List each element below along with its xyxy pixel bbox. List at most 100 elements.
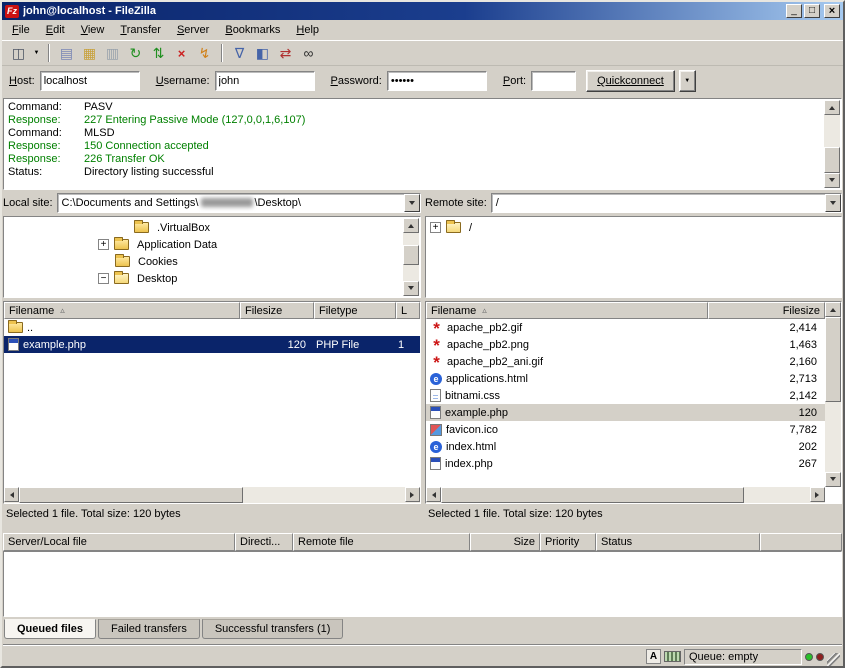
transfer-queue-list[interactable] (3, 551, 842, 617)
local-site-combo[interactable]: C:\Documents and Settings\\Desktop\ (57, 193, 421, 213)
port-input[interactable] (531, 71, 576, 91)
scroll-up-button[interactable] (825, 302, 841, 317)
horizontal-scrollbar[interactable] (426, 487, 825, 503)
tree-item[interactable]: +Application Data (4, 236, 420, 253)
combo-dropdown-button[interactable] (404, 194, 420, 212)
tree-scrollbar[interactable] (403, 218, 419, 296)
collapse-icon[interactable]: − (98, 273, 109, 284)
tab-queued-files[interactable]: Queued files (4, 619, 96, 639)
column-header-filename[interactable]: Filename▵ (4, 302, 240, 319)
toolbar-separator (221, 44, 223, 62)
refresh-button[interactable]: ↻ (124, 42, 147, 64)
compare-button[interactable]: ◧ (251, 42, 274, 64)
column-header-modified[interactable]: L (396, 302, 420, 319)
horizontal-scrollbar[interactable] (4, 487, 420, 503)
menu-view[interactable]: View (73, 22, 113, 38)
menu-help[interactable]: Help (288, 22, 327, 38)
scrollbar-thumb[interactable] (441, 487, 744, 503)
filter-button[interactable]: ∇ (228, 42, 251, 64)
column-header-server-local-file[interactable]: Server/Local file (3, 533, 235, 551)
tree-item[interactable]: .VirtualBox (4, 219, 420, 236)
password-input[interactable] (387, 71, 487, 91)
process-queue-button[interactable]: ⇅ (147, 42, 170, 64)
cancel-button[interactable]: × (170, 42, 193, 64)
title-bar[interactable]: Fz john@localhost - FileZilla _ □ × (2, 2, 843, 20)
column-header-filename[interactable]: Filename▵ (426, 302, 708, 319)
scroll-left-button[interactable] (4, 487, 19, 502)
file-row[interactable]: favicon.ico7,782 (426, 421, 825, 438)
quickconnect-button[interactable]: Quickconnect (586, 70, 675, 92)
column-header-direction[interactable]: Directi... (235, 533, 293, 551)
file-row[interactable]: apache_pb2.gif2,414 (426, 319, 825, 336)
file-row[interactable]: bitnami.css2,142 (426, 387, 825, 404)
menu-server[interactable]: Server (169, 22, 217, 38)
site-manager-dropdown-button[interactable]: ▼ (30, 42, 43, 64)
tab-failed-transfers[interactable]: Failed transfers (98, 619, 200, 639)
minimize-button[interactable]: _ (786, 4, 802, 18)
column-header-status[interactable]: Status (596, 533, 760, 551)
resize-grip[interactable] (827, 653, 840, 666)
tree-item[interactable]: +/ (426, 219, 841, 236)
username-input[interactable] (215, 71, 315, 91)
quickconnect-dropdown-button[interactable]: ▼ (679, 70, 696, 92)
local-directory-tree: .VirtualBox +Application Data Cookies −D… (3, 216, 421, 298)
column-header-remote-file[interactable]: Remote file (293, 533, 470, 551)
maximize-button[interactable]: □ (804, 4, 820, 18)
host-input[interactable] (40, 71, 140, 91)
sync-browsing-button[interactable]: ⇄ (274, 42, 297, 64)
file-row[interactable]: index.html202 (426, 438, 825, 455)
scroll-up-button[interactable] (824, 100, 840, 115)
column-header-filetype[interactable]: Filetype (314, 302, 396, 319)
file-row[interactable]: applications.html2,713 (426, 370, 825, 387)
php-file-icon (430, 406, 441, 419)
scroll-right-button[interactable] (405, 487, 420, 502)
file-row[interactable]: apache_pb2_ani.gif2,160 (426, 353, 825, 370)
tree-item[interactable]: −Desktop (4, 270, 420, 287)
disconnect-button[interactable]: ↯ (193, 42, 216, 64)
scrollbar-thumb[interactable] (403, 245, 419, 265)
remote-list-scrollbar[interactable] (825, 302, 841, 487)
file-row-parent-dir[interactable]: .. (4, 319, 420, 336)
scroll-up-button[interactable] (403, 218, 419, 233)
scroll-down-button[interactable] (403, 281, 419, 296)
file-row[interactable]: apache_pb2.png1,463 (426, 336, 825, 353)
column-header-filesize[interactable]: Filesize (708, 302, 825, 319)
scroll-down-button[interactable] (825, 472, 841, 487)
remote-path: / (492, 194, 825, 212)
log-scrollbar[interactable] (824, 100, 840, 188)
close-button[interactable]: × (824, 4, 840, 18)
arrow-down-icon (408, 286, 414, 293)
menu-bookmarks[interactable]: Bookmarks (217, 22, 288, 38)
scrollbar-thumb[interactable] (824, 147, 840, 173)
scroll-right-button[interactable] (810, 487, 825, 502)
tree-item[interactable]: Cookies (4, 253, 420, 270)
html-file-icon (430, 441, 442, 453)
scroll-left-button[interactable] (426, 487, 441, 502)
encryption-icon[interactable] (664, 651, 681, 662)
toggle-message-log-button[interactable]: ▤ (55, 42, 78, 64)
site-manager-button[interactable]: ◫ (7, 42, 30, 64)
file-row[interactable]: index.php267 (426, 455, 825, 472)
toggle-local-tree-button[interactable]: ▦ (78, 42, 101, 64)
expand-icon[interactable]: + (430, 222, 441, 233)
menu-transfer[interactable]: Transfer (112, 22, 169, 38)
local-site-label: Local site: (3, 197, 53, 209)
site-manager-icon: ◫ (12, 45, 25, 62)
file-row-selected[interactable]: example.php 120 PHP File 1 (4, 336, 420, 353)
scrollbar-thumb[interactable] (825, 317, 841, 402)
transfer-type-indicator-icon[interactable]: A (646, 649, 661, 664)
expand-icon[interactable]: + (98, 239, 109, 250)
column-header-priority[interactable]: Priority (540, 533, 596, 551)
scrollbar-thumb[interactable] (19, 487, 243, 503)
tab-successful-transfers[interactable]: Successful transfers (1) (202, 619, 344, 639)
menu-file[interactable]: File (4, 22, 38, 38)
file-row-selected[interactable]: example.php120 (426, 404, 825, 421)
remote-site-combo[interactable]: / (491, 193, 842, 213)
scroll-down-button[interactable] (824, 173, 840, 188)
find-files-button[interactable]: ∞ (297, 42, 320, 64)
column-header-size[interactable]: Size (470, 533, 540, 551)
combo-dropdown-button[interactable] (825, 194, 841, 212)
column-header-filesize[interactable]: Filesize (240, 302, 314, 319)
toggle-queue-button[interactable]: ▥ (101, 42, 124, 64)
menu-edit[interactable]: Edit (38, 22, 73, 38)
